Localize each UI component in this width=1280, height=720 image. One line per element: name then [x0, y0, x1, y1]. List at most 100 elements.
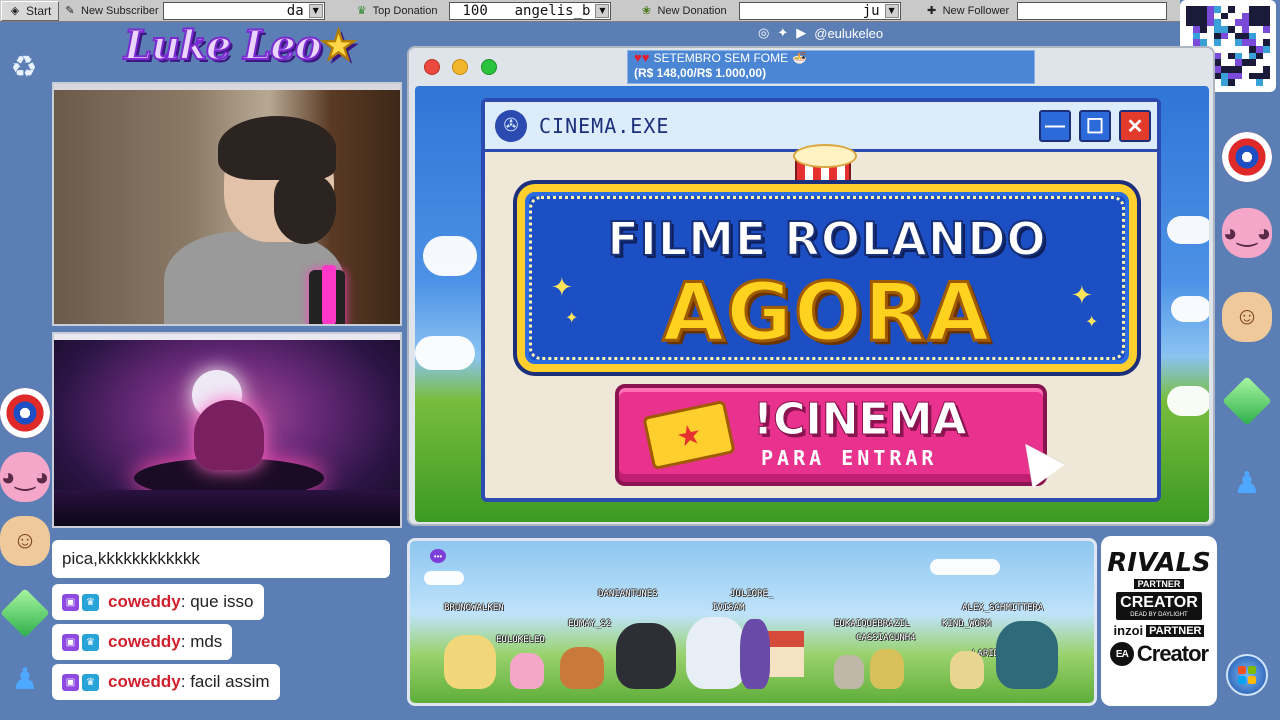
close-button[interactable]: ✕	[1119, 110, 1151, 142]
maximize-dot-button[interactable]	[481, 59, 497, 75]
qr-module	[1242, 6, 1249, 13]
qr-module	[1242, 52, 1249, 60]
new-follower-label: ✚ New Follower	[921, 1, 1014, 21]
qr-module	[1221, 79, 1228, 86]
qr-module	[1214, 65, 1221, 73]
movie-preview-window	[52, 332, 402, 528]
avatar-face-icon[interactable]: ☺	[0, 516, 50, 566]
minimize-button[interactable]: —	[1039, 110, 1071, 142]
qr-module	[1249, 52, 1256, 60]
qr-module	[1228, 79, 1235, 86]
windows-start-orb-icon[interactable]	[1226, 654, 1268, 696]
chat-user[interactable]: coweddy	[108, 672, 181, 692]
minimize-dot-button[interactable]	[452, 59, 468, 75]
top-donation-field[interactable]: 100 angelis_b ▼	[449, 1, 612, 20]
webcam-window	[52, 82, 402, 326]
qr-module	[1228, 32, 1235, 40]
webcam-feed	[54, 90, 400, 324]
qr-module	[1256, 79, 1263, 86]
qr-module	[1228, 65, 1235, 73]
inzoi-partner-badge: inzoi PARTNER	[1114, 623, 1205, 638]
qr-module	[1186, 39, 1193, 46]
goal-title: SETEMBRO SEM FOME	[653, 51, 789, 65]
plumbob-gem-icon[interactable]	[1222, 376, 1272, 426]
qr-module	[1242, 72, 1249, 80]
qr-module	[1207, 6, 1214, 13]
qr-module	[1235, 79, 1242, 86]
chevron-down-icon[interactable]: ▼	[308, 3, 323, 18]
qr-module	[1256, 52, 1263, 60]
qr-module	[1249, 45, 1256, 53]
chatter-name: JULIORE_	[730, 589, 774, 599]
qr-module	[1186, 25, 1193, 33]
command-subtext: PARA ENTRAR	[761, 446, 938, 470]
messenger-icon[interactable]: ♟	[0, 654, 50, 704]
film-reel-icon: ✇	[495, 109, 527, 142]
qr-module	[1228, 52, 1235, 60]
qr-module	[1193, 32, 1200, 40]
twitter-icon[interactable]: ✦	[777, 25, 788, 41]
qr-module	[1263, 19, 1270, 26]
qr-module	[1221, 45, 1228, 53]
qr-module	[1256, 32, 1263, 40]
social-bar: ◎ ✦ ▶ @eulukeleo	[758, 24, 883, 42]
chat-user[interactable]: coweddy	[108, 632, 181, 652]
captain-shield-icon[interactable]: ★	[0, 388, 50, 438]
qr-module	[1263, 59, 1270, 66]
qr-module	[1235, 52, 1242, 60]
qr-module	[1228, 19, 1235, 26]
qr-module	[1228, 72, 1235, 80]
cloud	[1167, 386, 1209, 416]
qr-module	[1186, 12, 1193, 20]
prime-badge-icon: ♛	[82, 593, 99, 611]
qr-module	[1249, 12, 1256, 20]
jigglypuff-icon[interactable]: ◕‿◕	[0, 452, 50, 502]
qr-module	[1249, 65, 1256, 73]
messenger-icon[interactable]: ♟	[1222, 458, 1272, 508]
qr-module	[1249, 25, 1256, 33]
qr-module	[1235, 32, 1242, 40]
ea-creator-badge: EA Creator	[1109, 641, 1209, 667]
start-button[interactable]: ◈ Start	[1, 0, 59, 21]
top-donation-amount: 100	[462, 2, 488, 19]
avatar-face-icon[interactable]: ☺	[1222, 292, 1272, 342]
jigglypuff-icon[interactable]: ◕‿◕	[1222, 208, 1272, 258]
qr-module	[1214, 6, 1221, 13]
cloud	[1167, 216, 1209, 244]
chevron-down-icon[interactable]: ▼	[884, 3, 899, 18]
qr-module	[1214, 25, 1221, 33]
chat-message: ▣ ♛ coweddy : que isso	[52, 584, 264, 620]
qr-module	[1221, 19, 1228, 26]
qr-module	[1263, 25, 1270, 33]
headline-line2: AGORA	[661, 266, 992, 359]
qr-module	[1214, 19, 1221, 26]
qr-module	[1249, 59, 1256, 66]
plumbob-gem-icon[interactable]	[0, 588, 50, 638]
taskbar: ◈ Start ✎ New Subscriber da ▼ ♛ Top Dona…	[0, 0, 1180, 22]
prime-badge-icon: ♛	[82, 673, 99, 691]
dbd-creator-badge: CREATOR DEAD BY DAYLIGHT	[1116, 592, 1202, 620]
maximize-button[interactable]: ☐	[1079, 110, 1111, 142]
headline-line1: FILME ROLANDO	[606, 211, 1047, 267]
chevron-down-icon[interactable]: ▼	[595, 3, 610, 18]
qr-module	[1207, 25, 1214, 33]
qr-module	[1256, 59, 1263, 66]
recycle-bin-icon[interactable]: ♻	[6, 46, 42, 90]
instagram-icon[interactable]: ◎	[758, 25, 769, 41]
qr-module	[1235, 59, 1242, 66]
qr-module	[1228, 25, 1235, 33]
youtube-icon[interactable]: ▶	[796, 25, 806, 41]
captain-shield-icon[interactable]: ★	[1222, 132, 1272, 182]
cinema-command-button[interactable]: ★ !CINEMA PARA ENTRAR	[615, 384, 1065, 488]
qr-module	[1242, 19, 1249, 26]
new-donation-field[interactable]: ju ▼	[738, 1, 901, 20]
new-subscriber-field[interactable]: da ▼	[162, 1, 325, 20]
chat-user[interactable]: coweddy	[108, 592, 181, 612]
qr-module	[1235, 6, 1242, 13]
qr-module	[1214, 72, 1221, 80]
chatter-name: EULUKELEO	[496, 635, 545, 645]
close-dot-button[interactable]	[424, 59, 440, 75]
sparkle-icon: ✦	[1071, 280, 1093, 310]
qr-module	[1221, 72, 1228, 80]
new-follower-field[interactable]	[1017, 1, 1168, 20]
